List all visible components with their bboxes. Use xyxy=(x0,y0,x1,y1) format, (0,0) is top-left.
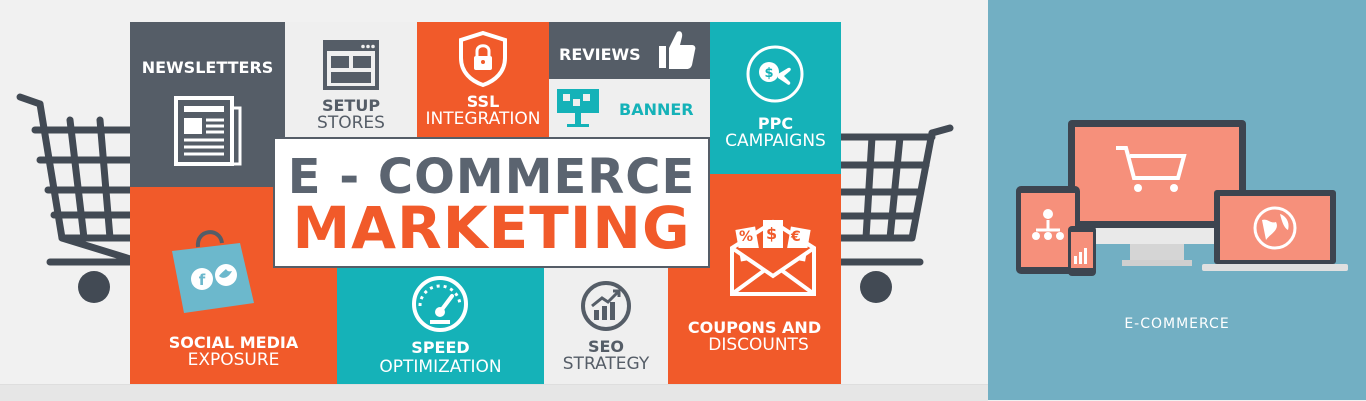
bottom-strip xyxy=(0,384,988,401)
coin-hand-icon: $ xyxy=(746,45,804,103)
svg-text:$: $ xyxy=(764,66,773,81)
speedometer-icon xyxy=(412,276,468,332)
hero-title-box: E - COMMERCE MARKETING xyxy=(273,137,710,268)
tile-ssl-integration: SSL INTEGRATION xyxy=(417,22,549,138)
tile-setup-stores: SETUP STORES xyxy=(285,22,417,138)
speed-bold: SPEED xyxy=(411,338,470,357)
tile-newsletters: NEWSLETTERS xyxy=(130,22,285,187)
newspaper-icon xyxy=(174,96,242,166)
ecommerce-label: E-COMMERCE xyxy=(1124,316,1230,332)
svg-text:f: f xyxy=(199,271,206,289)
newsletters-label: NEWSLETTERS xyxy=(141,58,274,77)
laptop-icon xyxy=(1202,190,1348,271)
social-rest: EXPOSURE xyxy=(187,350,280,370)
banner-label: BANNER xyxy=(619,100,694,119)
billboard-icon xyxy=(557,89,599,127)
hero-title-line2: MARKETING xyxy=(292,194,691,262)
tile-ppc-campaigns: $ PPC CAMPAIGNS xyxy=(710,22,841,174)
lock-shield-icon xyxy=(459,30,507,88)
seo-bold: SEO xyxy=(587,337,625,356)
coupon-symbol-euro: € xyxy=(791,229,801,245)
phone-icon xyxy=(1068,226,1096,276)
tile-banner: BANNER xyxy=(549,79,710,138)
thumbs-up-icon xyxy=(659,31,696,69)
marketing-banner: NEWSLETTERS SETUP STORES SSL INTEGRATION… xyxy=(0,0,988,384)
ssl-bold: SSL xyxy=(466,92,500,111)
seo-rest: STRATEGY xyxy=(562,354,650,374)
speed-rest: OPTIMIZATION xyxy=(379,357,502,377)
reviews-label: REVIEWS xyxy=(559,45,641,64)
ppc-bold: PPC xyxy=(757,114,794,133)
ecommerce-panel: E-COMMERCE xyxy=(988,0,1366,400)
growth-chart-icon xyxy=(581,281,631,331)
setup-stores-bold: SETUP xyxy=(321,96,381,115)
browser-window-icon xyxy=(323,40,379,90)
ppc-rest: CAMPAIGNS xyxy=(725,131,826,151)
ssl-rest: INTEGRATION xyxy=(425,109,541,129)
tile-speed-optimization: SPEED OPTIMIZATION xyxy=(337,268,544,384)
shopping-bag-icon: f xyxy=(172,230,254,313)
social-bold: SOCIAL MEDIA xyxy=(168,333,299,352)
coupon-symbol-dollar: $ xyxy=(766,224,778,243)
setup-stores-rest: STORES xyxy=(317,113,385,133)
tile-reviews: REVIEWS xyxy=(549,22,710,79)
coupons-bold: COUPONS AND xyxy=(687,318,822,337)
tile-seo-strategy: SEO STRATEGY xyxy=(544,268,668,384)
coupon-symbol-percent: % xyxy=(739,229,754,245)
coupons-rest: DISCOUNTS xyxy=(708,335,809,355)
